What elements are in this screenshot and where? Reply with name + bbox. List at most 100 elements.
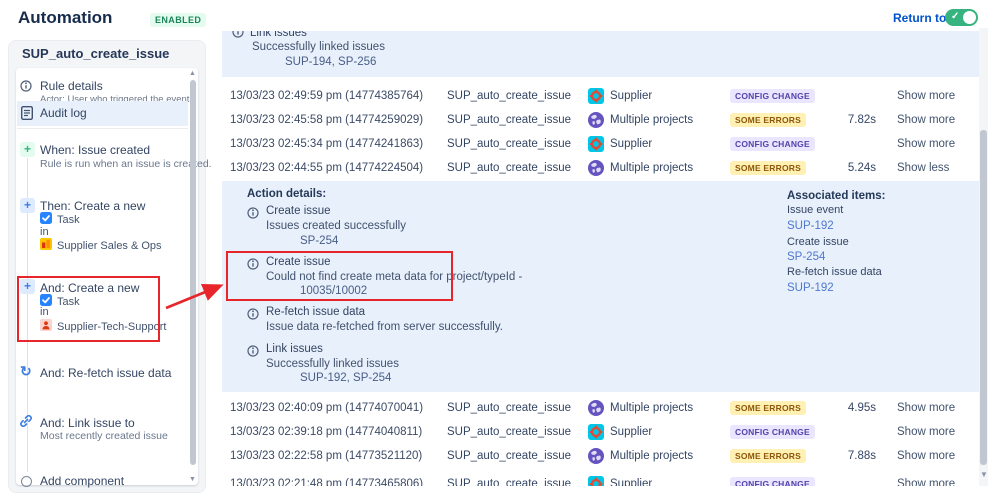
status-badge: CONFIG CHANGE — [730, 137, 815, 151]
status-badge: CONFIG CHANGE — [730, 477, 815, 486]
status-badge: ENABLED — [150, 13, 207, 27]
sidebar-item-rule-details[interactable]: Rule details — [40, 79, 103, 93]
log-rule-name: SUP_auto_create_issue — [447, 426, 572, 438]
log-date: 13/03/23 02:45:58 pm (14774259029) — [230, 114, 424, 126]
action-title: Link issues — [250, 31, 307, 39]
then-conjunction: in — [40, 226, 49, 238]
log-scope: Multiple projects — [610, 114, 694, 126]
status-badge: CONFIG CHANGE — [730, 89, 815, 103]
status-badge: SOME ERRORS — [730, 161, 806, 175]
error-message: Could not find create meta data for proj… — [266, 271, 523, 283]
sidebar-item-and-link[interactable]: And: Link issue to — [40, 416, 135, 430]
audit-log-label: Audit log — [40, 106, 87, 120]
log-duration: 4.95s — [847, 402, 876, 414]
log-date: 13/03/23 02:45:34 pm (14774241863) — [230, 138, 424, 150]
status-badge: SOME ERRORS — [730, 401, 806, 415]
action-message: Successfully linked issues — [252, 41, 385, 53]
log-rule-name: SUP_auto_create_issue — [447, 138, 572, 150]
show-more-link[interactable]: Show more — [897, 396, 955, 420]
scroll-down-arrow-icon[interactable]: ▼ — [980, 470, 988, 479]
info-icon — [247, 257, 259, 275]
main-scrollbar[interactable] — [980, 130, 987, 465]
log-date: 13/03/23 02:22:58 pm (14773521120) — [230, 450, 423, 462]
associated-label: Create issue — [787, 236, 849, 248]
table-row: 13/03/23 02:39:18 pm (14774040811) SUP_a… — [222, 420, 984, 444]
info-icon — [20, 79, 32, 97]
expanded-details-partial: Link issues Successfully linked issues S… — [222, 31, 984, 77]
log-scope: Supplier — [610, 426, 653, 438]
rule-enabled-toggle[interactable]: ✓ — [945, 9, 978, 26]
table-row: 13/03/23 02:45:34 pm (14774241863) SUP_a… — [222, 132, 984, 156]
sidebar-scrollbar[interactable] — [190, 80, 196, 465]
log-rule-name: SUP_auto_create_issue — [447, 90, 572, 102]
supplier-project-icon — [588, 136, 604, 152]
when-subtitle: Rule is run when an issue is created. — [40, 158, 212, 170]
show-more-link[interactable]: Show more — [897, 444, 955, 468]
log-date: 13/03/23 02:21:48 pm (14773465806) — [230, 478, 424, 486]
created-issue-link[interactable]: SP-254 — [300, 235, 338, 247]
toggle-check-icon: ✓ — [951, 11, 960, 22]
info-icon — [232, 31, 244, 41]
info-icon — [247, 206, 259, 224]
supplier-project-icon — [588, 88, 604, 104]
show-more-link[interactable]: Show more — [897, 132, 955, 156]
log-duration: 5.24s — [847, 162, 876, 174]
linked-issues[interactable]: SUP-194, SP-256 — [285, 56, 376, 68]
associated-issue-link[interactable]: SP-254 — [787, 251, 825, 263]
refresh-icon: ↻ — [20, 363, 32, 379]
toggle-knob — [963, 11, 976, 24]
and-create-issue-type: Task — [57, 295, 80, 308]
action-message: Issues created successfully — [266, 220, 406, 232]
log-rule-name: SUP_auto_create_issue — [447, 478, 572, 486]
action-title: Link issues — [266, 343, 323, 355]
status-badge: CONFIG CHANGE — [730, 425, 815, 439]
sales-ops-project-icon — [40, 238, 52, 253]
info-icon — [247, 307, 259, 325]
log-rule-name: SUP_auto_create_issue — [447, 162, 572, 174]
action-message: Issue data re-fetched from server succes… — [266, 321, 503, 333]
table-row: 13/03/23 02:49:59 pm (14774385764) SUP_a… — [222, 84, 984, 108]
log-date: 13/03/23 02:40:09 pm (14774070041) — [230, 402, 424, 414]
log-duration: 7.88s — [847, 450, 876, 462]
log-scope: Supplier — [610, 478, 653, 486]
associated-issue-link[interactable]: SUP-192 — [787, 220, 834, 232]
and-create-conjunction: in — [40, 306, 49, 318]
log-scope: Multiple projects — [610, 162, 694, 174]
add-component-button[interactable]: Add component — [40, 474, 124, 488]
show-more-link[interactable]: Show more — [897, 472, 955, 486]
linked-issues[interactable]: SUP-192, SP-254 — [300, 372, 391, 384]
multiple-projects-icon — [588, 160, 604, 176]
show-less-link[interactable]: Show less — [897, 156, 949, 180]
sidebar-item-and-refetch[interactable]: And: Re-fetch issue data — [40, 366, 171, 380]
then-issue-type: Task — [57, 213, 80, 226]
scroll-down-arrow-icon[interactable]: ▼ — [189, 476, 196, 483]
associated-label: Re-fetch issue data — [787, 266, 882, 278]
clipped-row-viewport: 13/03/23 02:21:48 pm (14773465806) SUP_a… — [222, 472, 984, 486]
log-scope: Multiple projects — [610, 450, 694, 462]
action-title: Create issue — [266, 256, 331, 268]
log-date: 13/03/23 02:39:18 pm (14774040811) — [230, 426, 423, 438]
table-row: 13/03/23 02:21:48 pm (14773465806) SUP_a… — [222, 472, 984, 486]
sidebar-item-then-create[interactable]: Then: Create a new — [40, 199, 145, 213]
supplier-project-icon — [588, 424, 604, 440]
show-more-link[interactable]: Show more — [897, 108, 955, 132]
table-row: 13/03/23 02:45:58 pm (14774259029) SUP_a… — [222, 108, 984, 132]
and-link-subtitle: Most recently created issue — [40, 430, 168, 442]
log-rule-name: SUP_auto_create_issue — [447, 402, 572, 414]
multiple-projects-icon — [588, 400, 604, 416]
associated-issue-link[interactable]: SUP-192 — [787, 282, 834, 294]
sidebar-item-when[interactable]: When: Issue created — [40, 143, 150, 157]
sidebar-divider — [17, 128, 188, 129]
table-row: 13/03/23 02:40:09 pm (14774070041) SUP_a… — [222, 396, 984, 420]
associated-items-heading: Associated items: — [787, 190, 886, 202]
link-icon — [19, 414, 33, 433]
table-row: 13/03/23 02:22:58 pm (14773521120) SUP_a… — [222, 444, 984, 468]
log-rule-name: SUP_auto_create_issue — [447, 114, 572, 126]
scroll-up-arrow-icon[interactable]: ▲ — [189, 70, 196, 77]
show-more-link[interactable]: Show more — [897, 84, 955, 108]
log-scope: Supplier — [610, 138, 653, 150]
table-row: 13/03/23 02:44:55 pm (14774224504) SUP_a… — [222, 156, 984, 180]
supplier-project-icon — [588, 476, 604, 486]
sidebar-item-and-create[interactable]: And: Create a new — [40, 281, 139, 295]
show-more-link[interactable]: Show more — [897, 420, 955, 444]
